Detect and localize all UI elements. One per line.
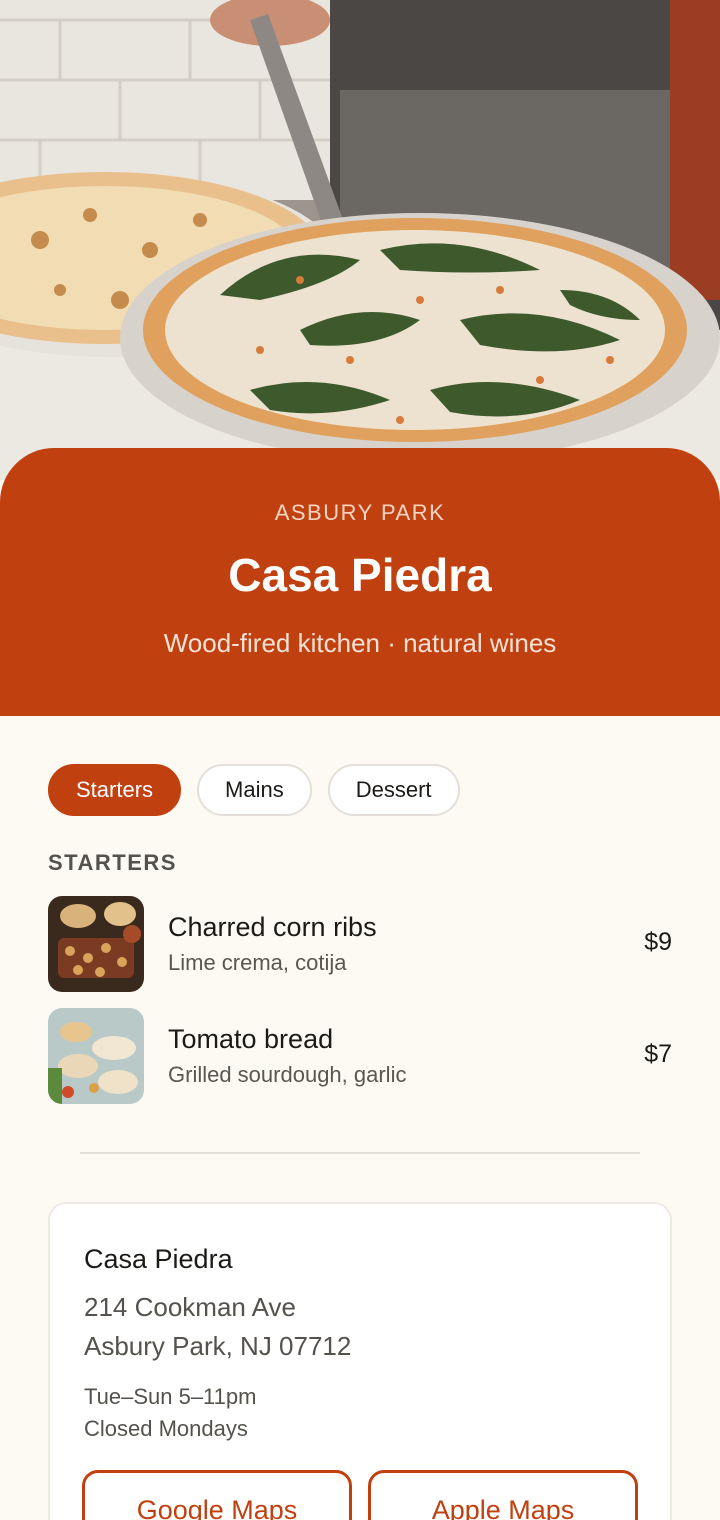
- menu-item-name: Tomato bread: [168, 1024, 334, 1054]
- hours-line-2: Closed Mondays: [84, 1416, 248, 1441]
- menu-item-name: Charred corn ribs: [168, 912, 377, 942]
- apple-maps-button[interactable]: Apple Maps: [368, 1470, 638, 1520]
- menu-item-description: Grilled sourdough, garlic: [168, 1062, 407, 1087]
- tab-starters[interactable]: Starters: [48, 764, 182, 816]
- restaurant-tagline: Wood-fired kitchen · natural wines: [163, 628, 557, 658]
- menu-item-description: Lime crema, cotija: [168, 950, 347, 975]
- location-card: Casa Piedra 214 Cookman Ave Asbury Park,…: [48, 1202, 672, 1520]
- section-heading: STARTERS: [48, 850, 177, 875]
- divider: [80, 1152, 640, 1154]
- restaurant-header: ASBURY PARK Casa Piedra Wood-fired kitch…: [0, 448, 720, 716]
- menu-item-price: $9: [644, 928, 672, 956]
- hero-photo: [0, 0, 720, 480]
- address-line-2: Asbury Park, NJ 07712: [84, 1331, 352, 1361]
- menu-item[interactable]: Charred corn ribs Lime crema, cotija $9: [48, 896, 672, 992]
- restaurant-name: Casa Piedra: [228, 549, 492, 601]
- location-label: ASBURY PARK: [274, 500, 446, 525]
- address-line-1: 214 Cookman Ave: [84, 1292, 296, 1322]
- menu-item-photo: [48, 1008, 144, 1104]
- tab-mains[interactable]: Mains: [197, 764, 312, 816]
- location-card-name: Casa Piedra: [84, 1244, 233, 1274]
- menu-tabs: Starters Mains Dessert: [48, 764, 460, 816]
- restaurant-page: ASBURY PARK Casa Piedra Wood-fired kitch…: [0, 0, 720, 1520]
- google-maps-button[interactable]: Google Maps: [82, 1470, 352, 1520]
- menu-item-photo: [48, 896, 144, 992]
- hours-line-1: Tue–Sun 5–11pm: [84, 1384, 257, 1409]
- tab-dessert[interactable]: Dessert: [327, 764, 460, 816]
- menu-item-price: $7: [644, 1040, 672, 1068]
- menu-item[interactable]: Tomato bread Grilled sourdough, garlic $…: [48, 1008, 672, 1104]
